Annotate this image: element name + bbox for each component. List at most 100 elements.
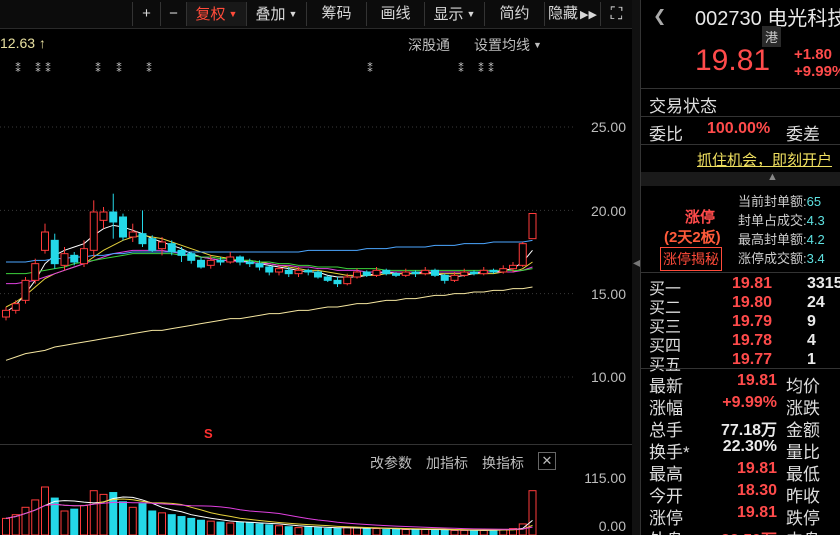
- candle-body: [109, 211, 118, 223]
- candle-body: [167, 243, 176, 253]
- stat-row: 换手* 22.30% 量比: [641, 438, 840, 462]
- event-marker: ⁑: [116, 62, 122, 75]
- candle-body: [128, 231, 137, 238]
- fullscreen-icon[interactable]: ⛶: [600, 2, 632, 26]
- zoom-out-button[interactable]: −: [160, 2, 186, 26]
- stat-value: 19.81: [736, 504, 777, 521]
- candle-body: [479, 269, 488, 275]
- seal-value: 4.3: [806, 213, 825, 228]
- price-tick-25: 25.00: [590, 119, 626, 135]
- bid-price: 19.81: [732, 275, 773, 292]
- price-tick-10: 10.00: [590, 369, 626, 385]
- s-marker: S: [204, 426, 213, 441]
- bid-row[interactable]: 买一 19.81 3315: [641, 275, 840, 298]
- candle-body: [284, 269, 293, 275]
- candle-body: [470, 271, 478, 275]
- change-params-link[interactable]: 改参数: [370, 453, 412, 473]
- divider: [641, 144, 840, 145]
- price-tick-20: 20.00: [590, 203, 626, 219]
- weibi-value: 100.00%: [707, 120, 771, 137]
- event-marker: ⁑: [35, 62, 41, 75]
- volume-bar: [304, 526, 313, 535]
- prev-stock-icon[interactable]: ❮: [653, 6, 666, 26]
- volume-bar: [148, 510, 157, 535]
- candle-body: [372, 269, 381, 276]
- bid-row[interactable]: 买二 19.80 24: [641, 294, 840, 317]
- candle-body: [401, 271, 410, 276]
- candle-body: [60, 253, 69, 266]
- panel-splitter[interactable]: ◀: [632, 0, 641, 535]
- stat-row: 外盘 32.59万内盘: [641, 526, 840, 535]
- diejia-dropdown[interactable]: 叠加 ▼: [246, 2, 306, 26]
- volume-bar: [70, 508, 79, 535]
- candle-body: [528, 213, 537, 240]
- jianyue-button[interactable]: 简约: [484, 2, 544, 26]
- bid-volume: 9: [807, 313, 816, 330]
- bid-price: 19.79: [732, 313, 773, 330]
- ma-line: [5, 286, 533, 361]
- subchart-divider: [0, 444, 632, 445]
- volume-bar: [362, 528, 371, 535]
- volume-bar: [119, 501, 127, 535]
- switch-indicator-link[interactable]: 换指标: [482, 453, 524, 473]
- candle-body: [382, 269, 391, 275]
- candle-body: [489, 269, 498, 273]
- stat-row: 今开 18.30 昨收: [641, 482, 840, 506]
- candle-body: [177, 249, 186, 256]
- candle-body: [245, 261, 254, 265]
- volume-bar: [236, 521, 244, 535]
- seal-value: 65: [806, 194, 822, 209]
- event-marker: ⁑: [15, 62, 21, 75]
- candle-body: [304, 269, 313, 273]
- volume-bar: [167, 514, 176, 535]
- stat-value: 19.81: [736, 372, 777, 389]
- bid-price: 19.78: [732, 332, 773, 349]
- yincang-button[interactable]: 隐藏 ▶▶: [544, 2, 600, 26]
- candle-body: [294, 269, 303, 275]
- add-indicator-link[interactable]: 加指标: [426, 453, 468, 473]
- volume-bar: [31, 499, 40, 535]
- bid-row[interactable]: 买四 19.78 4: [641, 332, 840, 355]
- volume-bar: [60, 510, 69, 535]
- volume-bar: [353, 527, 361, 535]
- candle-body: [80, 248, 88, 265]
- event-marker: ⁑: [95, 62, 101, 75]
- candle-body: [343, 276, 352, 285]
- seal-item: 当前封单额:65: [738, 192, 840, 211]
- limit-up-label: 涨停: [685, 209, 716, 226]
- event-marker: ⁑: [478, 62, 484, 75]
- candle-body: [421, 269, 430, 275]
- close-icon[interactable]: ✕: [538, 452, 556, 470]
- candle-body: [197, 259, 205, 268]
- event-marker: ⁑: [367, 62, 373, 75]
- stat-row: 涨幅 +9.99% 涨跌: [641, 394, 840, 418]
- volume-bar: [323, 528, 332, 535]
- volume-bar: [197, 519, 205, 535]
- candle-body: [333, 279, 342, 285]
- huaxian-button[interactable]: 画线: [366, 2, 424, 26]
- volume-bar: [99, 493, 108, 535]
- fuquan-dropdown[interactable]: 复权 ▼: [186, 2, 246, 26]
- chouma-button[interactable]: 筹码: [306, 2, 366, 26]
- open-account-link[interactable]: 抓住机会，即刻开户: [697, 149, 832, 170]
- stat-value: 18.30: [736, 482, 777, 499]
- volume-bar: [431, 528, 439, 535]
- candle-body: [70, 254, 79, 263]
- candle-body: [119, 216, 127, 238]
- limit-up-reveal-button[interactable]: 涨停揭秘: [660, 247, 722, 271]
- candle-body: [362, 271, 371, 276]
- volume-bar: [460, 529, 469, 535]
- bid-row[interactable]: 买三 19.79 9: [641, 313, 840, 336]
- chevron-up-icon: ▲: [767, 171, 778, 183]
- xianshi-dropdown[interactable]: 显示 ▼: [424, 2, 484, 26]
- candle-body: [314, 271, 322, 278]
- double-chevron-right-icon: ▶▶: [580, 9, 597, 21]
- seal-label: 最高封单额:: [738, 232, 807, 247]
- seal-label: 封单占成交:: [738, 213, 807, 228]
- volume-bar: [158, 512, 166, 535]
- collapse-bar[interactable]: ▲: [641, 171, 840, 186]
- stat-value: 22.30%: [722, 438, 777, 455]
- event-marker: ⁑: [458, 62, 464, 75]
- zoom-in-button[interactable]: +: [132, 2, 160, 26]
- volume-bar: [450, 529, 459, 535]
